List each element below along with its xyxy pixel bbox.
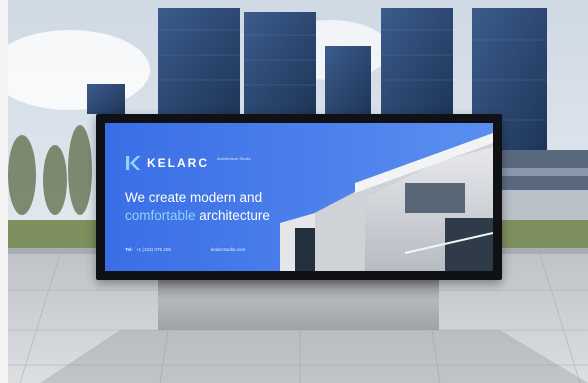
brand-logo: KELARC <box>125 155 209 171</box>
billboard-pedestal <box>158 280 439 330</box>
billboard-scene: KELARC Architecture Studio We create mod… <box>0 0 588 383</box>
headline-line-2: comfortable architecture <box>125 207 270 225</box>
brand-subtitle: Architecture Studio <box>217 156 251 161</box>
headline: We create modern and comfortable archite… <box>125 189 270 225</box>
billboard-frame: KELARC Architecture Studio We create mod… <box>96 114 502 280</box>
tel-value: +1 (123) 075 400 <box>135 247 171 252</box>
advertisement-panel: KELARC Architecture Studio We create mod… <box>105 123 493 271</box>
contact-footer: Tel: +1 (123) 075 400 kelarcstudio.com <box>125 247 245 252</box>
website: kelarcstudio.com <box>210 247 246 252</box>
phone: Tel: +1 (123) 075 400 <box>125 247 171 252</box>
headline-rest: architecture <box>195 208 270 223</box>
headline-line-1: We create modern and <box>125 190 263 205</box>
kelarc-logo-icon <box>126 156 141 170</box>
brand-name: KELARC <box>147 156 209 170</box>
headline-accent: comfortable <box>125 208 196 223</box>
tel-label: Tel: <box>125 247 133 252</box>
